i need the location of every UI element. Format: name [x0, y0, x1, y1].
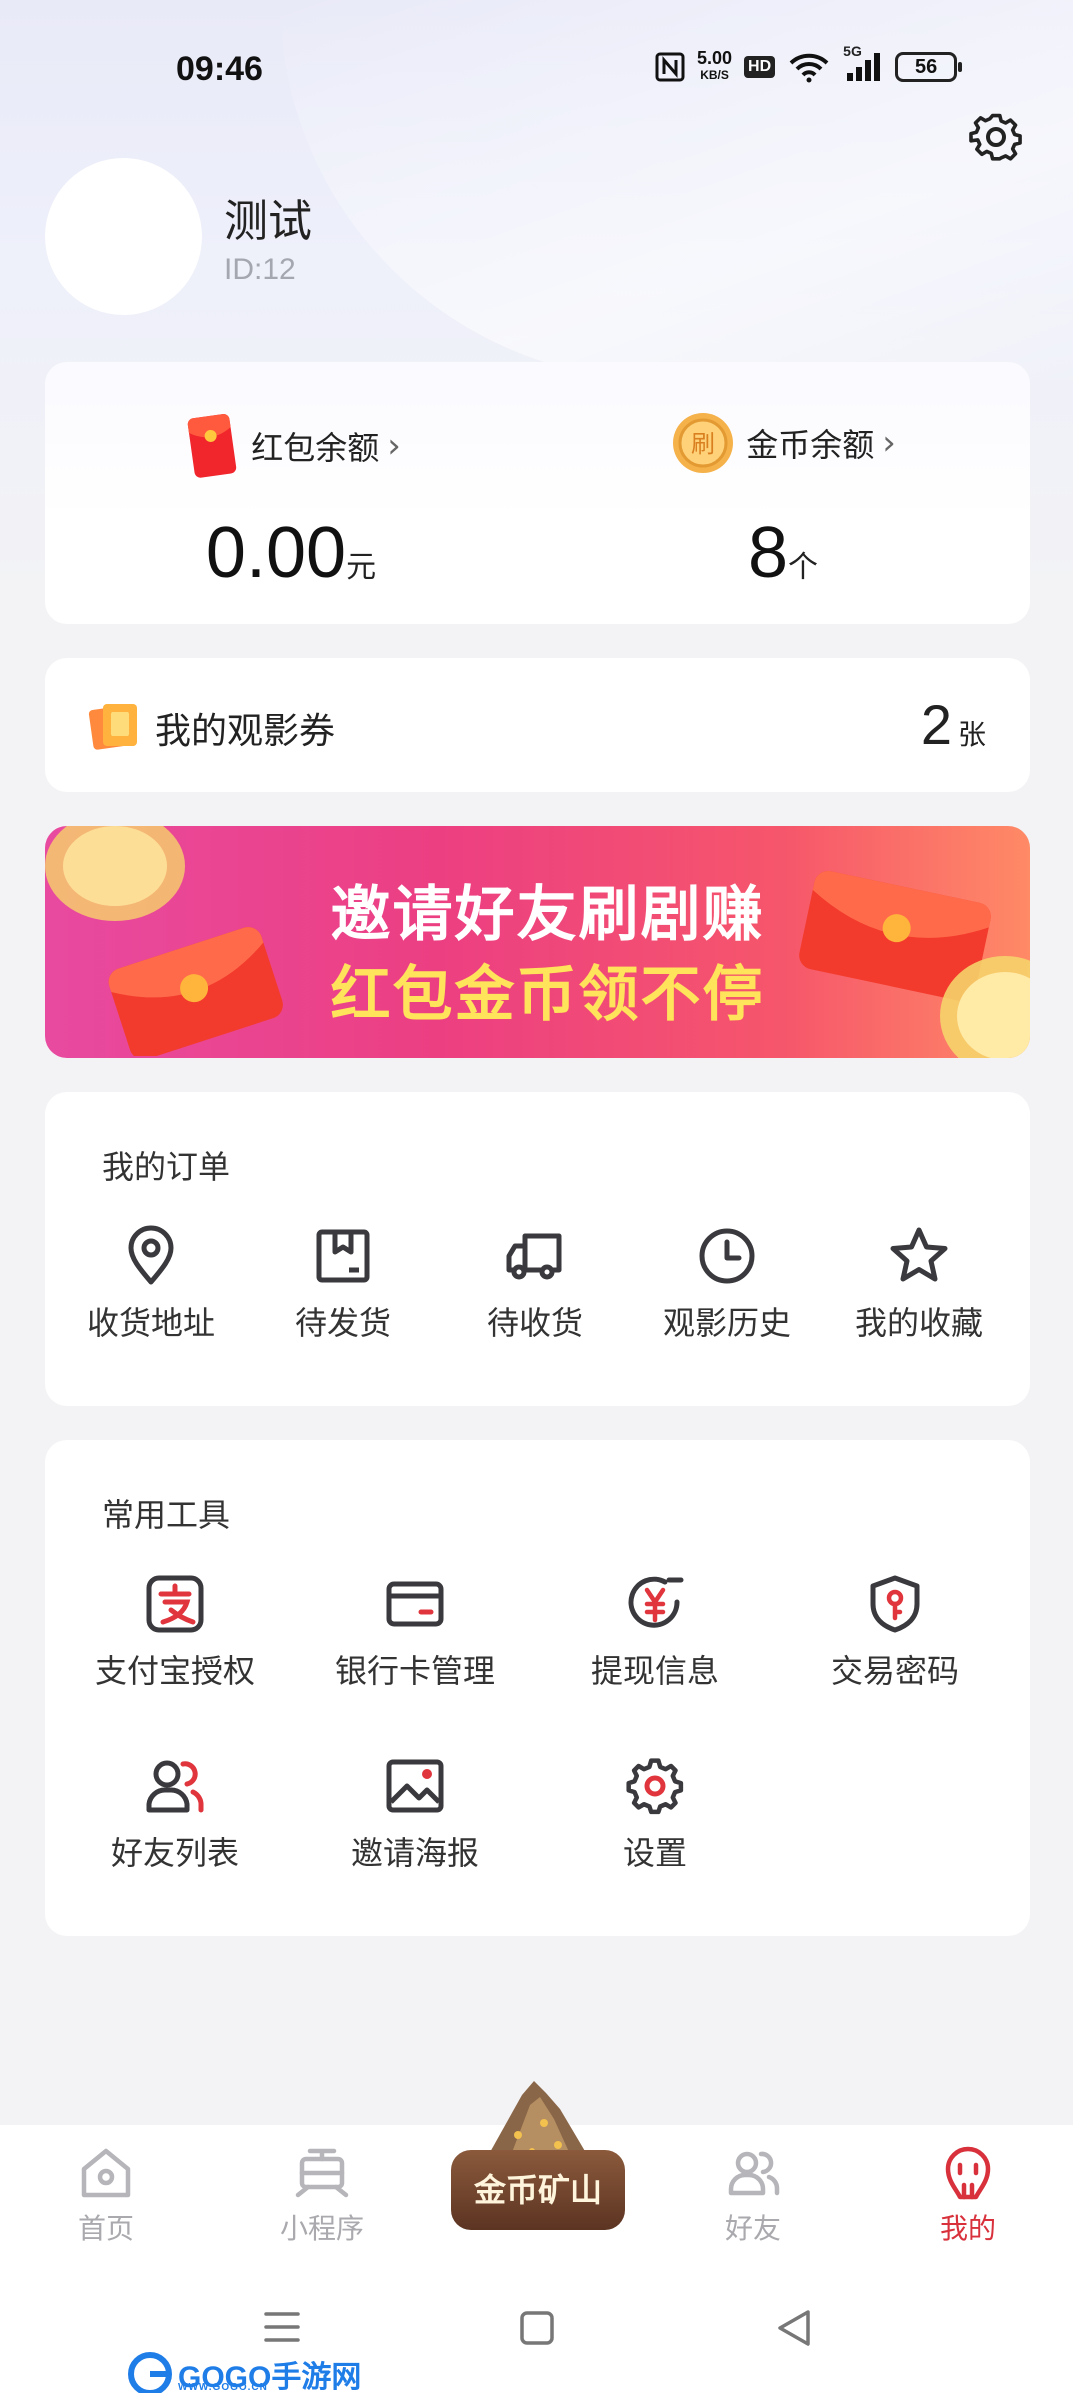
- tab-home-label: 首页: [77, 2212, 134, 2245]
- my-favorites[interactable]: 我的收藏: [821, 1224, 1017, 1344]
- tool-alipay-auth-label: 支付宝授权: [94, 1652, 255, 1690]
- cell-signal: 5G: [843, 43, 883, 83]
- tool-withdraw-info-label: 提现信息: [590, 1652, 719, 1690]
- friends-icon: [146, 1760, 204, 1813]
- movie-tickets-row[interactable]: 我的观影券 2张: [45, 658, 1030, 792]
- nfc-icon: [655, 52, 685, 82]
- user-name: 测试: [224, 196, 312, 247]
- home-nav-icon[interactable]: [519, 2310, 555, 2346]
- chevron-right-icon: ›: [387, 426, 401, 466]
- order-address[interactable]: 收货地址: [53, 1224, 249, 1344]
- tools-title: 常用工具: [102, 1496, 231, 1534]
- home-icon: [81, 2148, 131, 2198]
- menu-icon[interactable]: [263, 2310, 301, 2344]
- coin-icon: 刷: [673, 413, 734, 473]
- tickets-label: 我的观影券: [155, 711, 336, 752]
- coin-value: 8个: [747, 513, 819, 593]
- gear-icon: [969, 113, 1022, 161]
- tool-settings-label: 设置: [622, 1834, 687, 1872]
- tool-invite-poster-label: 邀请海报: [350, 1834, 479, 1872]
- friends-tab-icon: [728, 2151, 780, 2196]
- banner-line2: 红包金币领不停: [330, 960, 765, 1030]
- order-to-receive[interactable]: 待收货: [437, 1224, 633, 1344]
- user-id: ID:12: [224, 253, 296, 286]
- watch-history-label: 观影历史: [662, 1304, 791, 1342]
- status-time: 09:46: [176, 50, 263, 88]
- orders-section: 我的订单 收货地址 待发货 待收货 观影历史 我的收藏: [45, 1092, 1030, 1406]
- hd-badge: HD: [744, 56, 776, 78]
- tool-bank-card[interactable]: 银行卡管理: [315, 1572, 515, 1692]
- tab-mini-program-label: 小程序: [279, 2212, 364, 2245]
- tool-withdraw-info[interactable]: 提现信息: [555, 1572, 755, 1692]
- order-to-ship[interactable]: 待发货: [245, 1224, 441, 1344]
- coin-header: 刷 金币余额 ›: [537, 410, 1029, 476]
- watermark-g-icon: [128, 2352, 172, 2393]
- battery-indicator: 56: [895, 52, 963, 82]
- back-icon[interactable]: [776, 2308, 812, 2348]
- ticket-icon: [88, 704, 137, 750]
- red-packet-balance[interactable]: 红包余额 › 0.00元: [45, 362, 537, 624]
- orders-title: 我的订单: [102, 1148, 231, 1186]
- order-address-label: 收货地址: [86, 1304, 215, 1342]
- settings-button[interactable]: [968, 110, 1024, 166]
- tool-invite-poster[interactable]: 邀请海报: [315, 1754, 515, 1874]
- location-pin-icon: [128, 1225, 174, 1285]
- alipay-icon: [146, 1575, 204, 1633]
- tab-friends[interactable]: 好友: [663, 2145, 843, 2247]
- tool-settings[interactable]: 设置: [555, 1754, 755, 1874]
- avatar[interactable]: [45, 158, 202, 315]
- image-icon: [386, 1759, 444, 1813]
- tab-gold-mine[interactable]: 金币矿山: [451, 2150, 625, 2230]
- tool-alipay-auth[interactable]: 支付宝授权: [75, 1572, 275, 1692]
- red-packet-value: 0.00元: [205, 513, 377, 593]
- shield-key-icon: [870, 1575, 920, 1633]
- red-packet-icon: [187, 414, 237, 478]
- mini-program-icon: [295, 2148, 349, 2198]
- status-bar: 09:46 5.00 KB/S HD 5G 56: [0, 0, 1073, 140]
- watermark-logo: GOGO手游网 WWW.GOGO.CN: [128, 2352, 361, 2393]
- coin-balance[interactable]: 刷 金币余额 › 8个: [537, 362, 1029, 624]
- watch-history[interactable]: 观影历史: [629, 1224, 825, 1344]
- wallet-card: 红包余额 › 0.00元 刷 金币余额 › 8个: [45, 362, 1030, 624]
- tools-section: 常用工具 支付宝授权 银行卡管理 提现信息 交易密码 好友列表 邀请海报 设置: [45, 1440, 1030, 1936]
- svg-text:刷: 刷: [691, 430, 715, 458]
- tool-bank-card-label: 银行卡管理: [334, 1652, 495, 1690]
- truck-icon: [506, 1233, 562, 1280]
- mine-profile-icon: [945, 2146, 991, 2200]
- yuan-refresh-icon: [628, 1576, 684, 1628]
- tool-trade-password-label: 交易密码: [830, 1652, 959, 1690]
- coin-label: 金币余额: [746, 426, 875, 464]
- tool-friend-list-label: 好友列表: [110, 1834, 239, 1872]
- order-to-receive-label: 待收货: [486, 1304, 583, 1342]
- star-icon: [890, 1227, 948, 1282]
- net-speed: 5.00 KB/S: [697, 48, 733, 82]
- gear-icon: [626, 1758, 684, 1815]
- chevron-right-icon: ›: [882, 423, 896, 463]
- order-to-ship-label: 待发货: [294, 1304, 391, 1342]
- tab-mine[interactable]: 我的: [878, 2145, 1058, 2247]
- tab-home[interactable]: 首页: [16, 2145, 196, 2247]
- tool-friend-list[interactable]: 好友列表: [75, 1754, 275, 1874]
- tab-mini-program[interactable]: 小程序: [232, 2145, 412, 2247]
- tab-friends-label: 好友: [724, 2212, 781, 2245]
- tool-trade-password[interactable]: 交易密码: [795, 1572, 995, 1692]
- invite-banner[interactable]: 邀请好友刷剧赚 红包金币领不停: [45, 826, 1030, 1058]
- red-packet-header: 红包余额 ›: [45, 410, 537, 482]
- clock-icon: [699, 1228, 755, 1284]
- tab-mine-label: 我的: [939, 2212, 996, 2245]
- my-favorites-label: 我的收藏: [854, 1304, 983, 1342]
- banner-line1: 邀请好友刷剧赚: [330, 880, 765, 950]
- red-packet-label: 红包余额: [251, 429, 380, 467]
- box-icon: [316, 1229, 370, 1283]
- tickets-count: 2张: [920, 693, 986, 756]
- wifi-icon: [789, 53, 829, 83]
- bank-card-icon: [386, 1581, 444, 1627]
- status-icons: 5.00 KB/S HD 5G 56: [655, 43, 963, 84]
